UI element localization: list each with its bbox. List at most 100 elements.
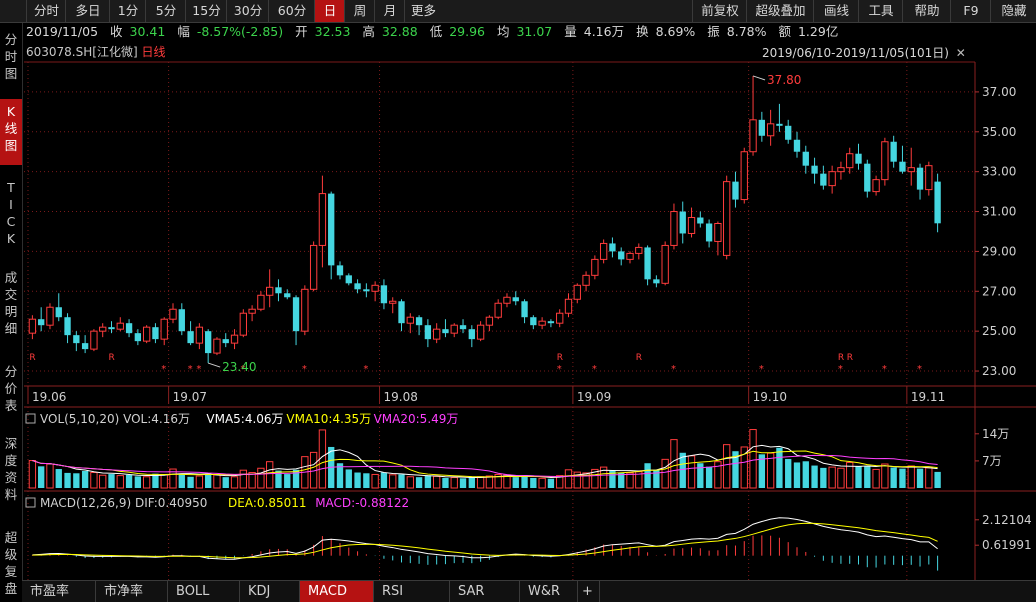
event-marker-star: *	[188, 364, 193, 375]
macd-legend: DEA:0.85011	[228, 496, 307, 510]
volume-bar	[406, 476, 414, 489]
volume-bar	[442, 477, 449, 488]
kline-chart[interactable]: R R R R R R* * * * * * * * * * * * * 37.0035.0033.0031.00…	[0, 0, 1036, 580]
volume-bar	[266, 461, 274, 489]
candle-body	[415, 317, 423, 326]
volume-bar	[108, 474, 115, 488]
candle-body	[925, 165, 933, 191]
volume-bar	[187, 476, 194, 488]
vma20-line	[32, 454, 938, 478]
candle-body	[802, 151, 809, 166]
date-tick-label: 19.10	[753, 390, 787, 404]
vol-legend: VOL(5,10,20) VOL:4.16万	[40, 412, 190, 426]
candle-body	[398, 301, 405, 324]
candle-body	[468, 329, 475, 340]
volume-bar	[415, 477, 423, 488]
indicator-tab-7[interactable]: W&R	[520, 581, 578, 602]
volume-bar	[389, 474, 397, 489]
volume-bar	[626, 472, 634, 489]
volume-bar	[73, 473, 80, 488]
candle-body	[864, 163, 871, 192]
event-marker-star: *	[161, 364, 166, 375]
candle-body	[354, 283, 361, 290]
candle-body	[485, 316, 494, 326]
vol-legend: VMA10:4.35万	[286, 412, 371, 426]
candle-body	[776, 123, 783, 126]
volume-bar	[512, 477, 519, 488]
candle-body	[108, 327, 115, 330]
volume-bar	[380, 472, 388, 488]
price-tick-label: 31.00	[982, 205, 1016, 219]
candle-body	[275, 287, 282, 294]
price-tick-label: 35.00	[982, 125, 1016, 139]
volume-bar	[785, 458, 792, 488]
indicator-tab-2[interactable]: BOLL	[168, 581, 240, 602]
volume-bar	[749, 429, 757, 489]
dif-line	[32, 517, 938, 560]
candle-body	[318, 193, 327, 246]
date-tick-label: 19.08	[384, 390, 418, 404]
volume-bar	[363, 473, 370, 488]
indicator-tab-4[interactable]: MACD	[300, 581, 374, 602]
macd-toggle-icon	[25, 497, 36, 508]
indicator-tab-5[interactable]: RSI	[374, 581, 450, 602]
volume-bar	[705, 466, 713, 488]
extreme-pointer	[752, 75, 766, 81]
vma5-line	[32, 444, 938, 479]
candle-body	[336, 265, 344, 276]
event-marker-r: R	[636, 353, 642, 363]
volume-bar	[257, 467, 265, 489]
candle-body	[599, 242, 608, 260]
date-tick-label: 19.06	[32, 390, 66, 404]
candle-body	[230, 334, 239, 344]
candle-body	[697, 217, 704, 224]
candle-body	[661, 244, 669, 284]
volume-bar	[230, 476, 239, 489]
indicator-tab-3[interactable]: KDJ	[240, 581, 300, 602]
indicator-tab-1[interactable]: 市净率	[96, 581, 168, 602]
macd-tick-label: 0.61991	[982, 538, 1032, 552]
volume-bar	[538, 477, 546, 489]
indicator-tab-0[interactable]: 市盈率	[22, 581, 96, 602]
volume-bar	[195, 475, 204, 489]
candle-body	[28, 318, 37, 334]
volume-bar	[38, 466, 45, 488]
volume-bar	[890, 467, 897, 488]
candle-body	[591, 258, 599, 276]
candle-body	[266, 286, 274, 296]
candle-body	[55, 307, 62, 318]
extreme-price-label: 37.80	[767, 73, 801, 87]
candle-body	[573, 284, 581, 300]
event-marker-r: R	[847, 353, 853, 363]
candle-body	[160, 318, 168, 340]
candle-body	[653, 279, 660, 284]
volume-bar	[55, 469, 62, 488]
event-marker-star: *	[557, 364, 562, 375]
volume-bar	[521, 475, 528, 488]
candle-body	[705, 223, 713, 242]
candle-body	[512, 297, 519, 302]
event-marker-star: *	[592, 364, 597, 375]
candle-body	[828, 171, 836, 187]
vol-tick-label: 7万	[982, 454, 1002, 468]
volume-bar	[468, 477, 475, 488]
add-tab-button[interactable]: +	[578, 581, 600, 602]
candle-body	[503, 296, 511, 304]
volume-bar	[46, 463, 54, 489]
volume-bar	[670, 439, 678, 489]
macd-tick-label: 2.12104	[982, 513, 1032, 527]
candle-body	[872, 179, 880, 193]
volume-bar	[160, 473, 168, 489]
candle-body	[538, 320, 546, 326]
candle-body	[424, 325, 432, 340]
volume-bar	[432, 475, 441, 489]
price-tick-label: 25.00	[982, 324, 1016, 338]
volume-bar	[776, 447, 783, 488]
volume-bar	[925, 467, 933, 489]
candle-body	[785, 125, 792, 140]
volume-bar	[99, 474, 107, 489]
candle-body	[328, 193, 335, 266]
candle-body	[64, 317, 71, 336]
indicator-tab-6[interactable]: SAR	[450, 581, 520, 602]
candle-body	[389, 300, 397, 304]
